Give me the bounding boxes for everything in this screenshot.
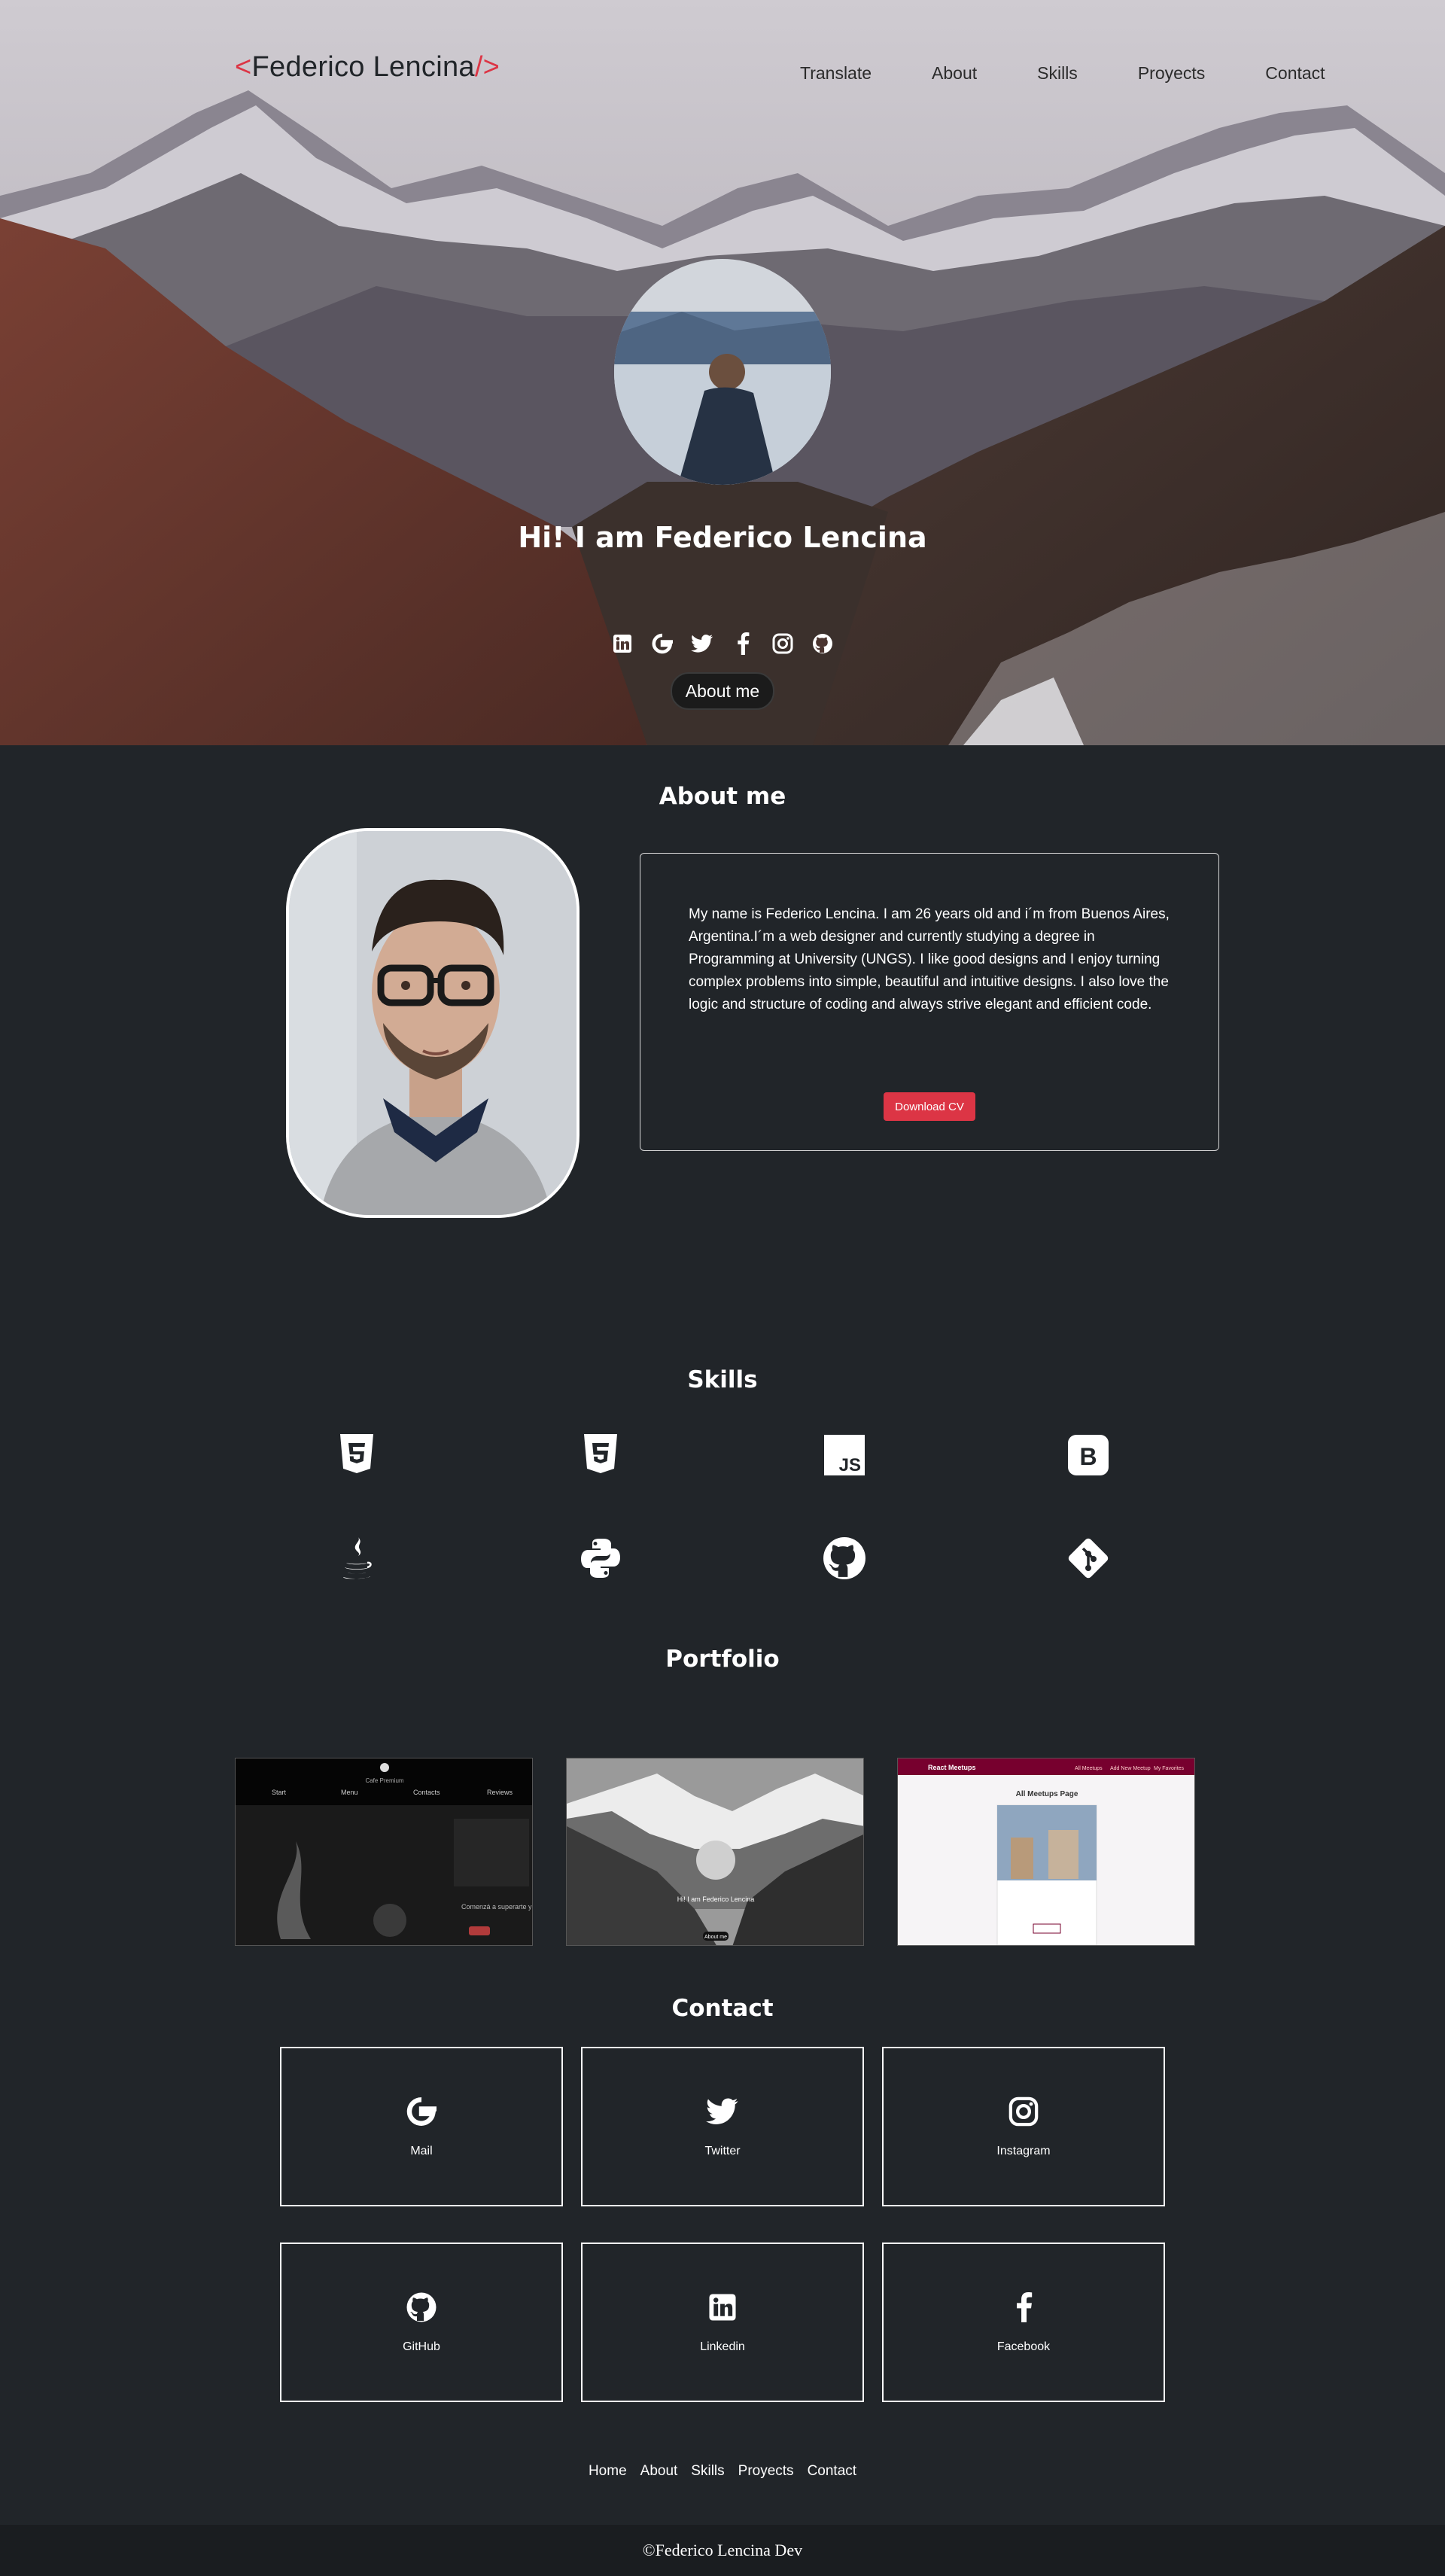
- footer-link-about[interactable]: About: [640, 2463, 678, 2480]
- project-3-heading: All Meetups Page: [1016, 1790, 1078, 1798]
- footer-link-home[interactable]: Home: [589, 2463, 627, 2480]
- git-icon: [1066, 1536, 1111, 1581]
- top-navbar: <Federico Lencina/> Translate About Skil…: [0, 0, 1445, 143]
- project-3-header: React Meetups: [928, 1764, 976, 1771]
- svg-text:B: B: [1079, 1443, 1097, 1470]
- brand-close-bracket: />: [474, 51, 500, 83]
- about-photo: [286, 828, 580, 1218]
- project-3-link-new: Add New Meetup: [1110, 1766, 1151, 1771]
- brand-logo[interactable]: <Federico Lencina/>: [235, 51, 500, 84]
- about-text: My name is Federico Lencina. I am 26 yea…: [689, 906, 1170, 1012]
- html5-icon: [334, 1433, 379, 1478]
- footer-link-contact[interactable]: Contact: [808, 2463, 856, 2480]
- instagram-icon[interactable]: [771, 632, 794, 655]
- nav-skills[interactable]: Skills: [1037, 63, 1078, 84]
- contact-label-facebook: Facebook: [996, 2340, 1051, 2353]
- nav-about[interactable]: About: [932, 63, 977, 84]
- google-icon[interactable]: [651, 632, 674, 655]
- contact-label-instagram: Instagram: [996, 2145, 1051, 2157]
- skills-title: Skills: [687, 1366, 758, 1393]
- contact-label-github: GitHub: [403, 2340, 440, 2353]
- footer-link-skills[interactable]: Skills: [691, 2463, 724, 2480]
- java-icon: [334, 1536, 379, 1581]
- about-me-button[interactable]: About me: [671, 672, 774, 710]
- contact-card-linkedin[interactable]: Linkedin: [581, 2243, 864, 2402]
- twitter-icon[interactable]: [691, 632, 713, 655]
- project-card-coffee[interactable]: Cafe Premium Start Menu Contacts Reviews…: [235, 1758, 533, 1946]
- project-1-caption: Comenzá a superarte y lograr el cambio q…: [461, 1903, 533, 1911]
- about-title: About me: [659, 783, 786, 810]
- github-icon: [405, 2291, 438, 2324]
- copyright-bar: ©Federico Lencina Dev: [0, 2525, 1445, 2576]
- brand-open-bracket: <: [235, 51, 252, 83]
- twitter-icon: [706, 2095, 739, 2128]
- project-1-nav-reviews: Reviews: [487, 1789, 513, 1796]
- google-icon: [405, 2095, 438, 2128]
- hero-avatar: [614, 259, 831, 485]
- hero-section: <Federico Lencina/> Translate About Skil…: [0, 0, 1445, 745]
- contact-card-github[interactable]: GitHub: [280, 2243, 563, 2402]
- portfolio-title: Portfolio: [665, 1646, 780, 1673]
- contact-label-twitter: Twitter: [704, 2145, 741, 2157]
- project-1-nav-menu: Menu: [341, 1789, 358, 1796]
- about-card: My name is Federico Lencina. I am 26 yea…: [640, 853, 1219, 1151]
- contact-label-linkedin: Linkedin: [700, 2340, 745, 2353]
- svg-text:Cafe Premium: Cafe Premium: [365, 1777, 403, 1784]
- hero-title: Hi! I am Federico Lencina: [518, 521, 927, 554]
- footer-link-proyects[interactable]: Proyects: [738, 2463, 794, 2480]
- bootstrap-icon: B: [1066, 1433, 1111, 1478]
- css3-icon: [578, 1433, 623, 1478]
- instagram-icon: [1007, 2095, 1040, 2128]
- contact-card-mail[interactable]: Mail: [280, 2047, 563, 2206]
- nav-contact[interactable]: Contact: [1265, 63, 1325, 84]
- facebook-icon[interactable]: [732, 632, 754, 655]
- brand-name: Federico Lencina: [251, 51, 475, 83]
- nav-links: Translate About Skills Proyects Contact: [800, 63, 1325, 84]
- contact-card-facebook[interactable]: Facebook: [882, 2243, 1165, 2402]
- nav-translate[interactable]: Translate: [800, 63, 872, 84]
- svg-text:JS: JS: [839, 1455, 861, 1475]
- download-cv-button[interactable]: Download CV: [884, 1092, 975, 1121]
- github-icon: [822, 1536, 867, 1581]
- project-2-caption: Hi! I am Federico Lencina: [677, 1895, 755, 1903]
- project-1-nav-contacts: Contacts: [413, 1789, 440, 1796]
- contact-label-mail: Mail: [410, 2145, 433, 2157]
- footer-nav: Home About Skills Proyects Contact: [0, 2463, 1445, 2480]
- project-3-link-all: All Meetups: [1075, 1766, 1103, 1771]
- copyright-text: ©Federico Lencina Dev: [642, 2541, 803, 2559]
- nav-proyects[interactable]: Proyects: [1138, 63, 1205, 84]
- project-1-nav-start: Start: [272, 1789, 287, 1796]
- facebook-icon: [1007, 2291, 1040, 2324]
- project-card-react-meetups[interactable]: React Meetups All Meetups Add New Meetup…: [897, 1758, 1195, 1946]
- linkedin-icon[interactable]: [611, 632, 634, 655]
- github-icon[interactable]: [811, 632, 834, 655]
- javascript-icon: JS: [822, 1433, 867, 1478]
- project-3-link-fav: My Favorites: [1154, 1766, 1185, 1771]
- project-card-portfolio[interactable]: Hi! I am Federico Lencina About me: [566, 1758, 864, 1946]
- hero-social-links: [611, 632, 834, 655]
- linkedin-icon: [706, 2291, 739, 2324]
- contact-card-instagram[interactable]: Instagram: [882, 2047, 1165, 2206]
- python-icon: [578, 1536, 623, 1581]
- contact-card-twitter[interactable]: Twitter: [581, 2047, 864, 2206]
- project-2-button: About me: [704, 1935, 727, 1940]
- contact-title: Contact: [671, 1995, 774, 2022]
